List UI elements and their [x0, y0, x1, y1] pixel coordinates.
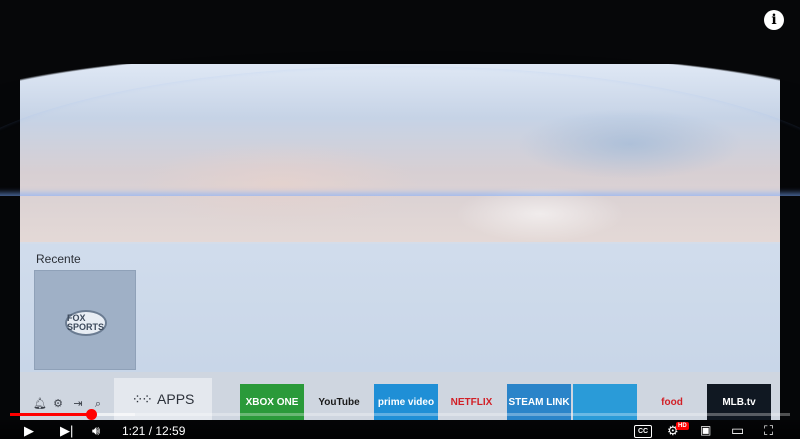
- search-icon[interactable]: ⌕: [92, 398, 104, 410]
- time-display: 1:21 / 12:59: [122, 424, 186, 438]
- app-label-xbox-one: XBOX ONE: [245, 396, 299, 408]
- fox-sports-logo: FOX SPORTS: [65, 310, 107, 336]
- bell-icon[interactable]: 🔔︎: [33, 398, 47, 410]
- app-label-youtube: YouTube: [318, 396, 360, 408]
- app-label-prime-video: prime video: [377, 396, 435, 408]
- gear-icon[interactable]: ⚙: [52, 398, 64, 410]
- info-icon[interactable]: i: [764, 10, 784, 30]
- input-source-icon[interactable]: ⇥: [72, 398, 84, 410]
- theater-mode-icon[interactable]: ▭: [731, 423, 744, 438]
- captions-button[interactable]: CC: [634, 425, 652, 438]
- video-frame[interactable]: Recente FOX SPORTS 🔔︎ ⚙ ⇥ ⌕ ⁘⁘ APPS XBOX…: [0, 0, 800, 439]
- progress-bar[interactable]: [10, 409, 790, 420]
- app-label-mlb-tv: MLB.tv: [722, 396, 756, 408]
- app-label-netflix: NETFLIX: [450, 396, 493, 408]
- next-icon[interactable]: ▶|: [60, 423, 73, 438]
- progress-played: [10, 413, 92, 416]
- earth-wallpaper: [20, 64, 780, 244]
- recent-section-title: Recente: [36, 252, 81, 266]
- apps-label: APPS: [157, 391, 195, 407]
- play-icon[interactable]: ▶: [24, 423, 34, 438]
- miniplayer-icon[interactable]: ▣: [700, 423, 711, 438]
- app-label-steam-link: STEAM LINK: [508, 396, 570, 408]
- apps-grid-icon: ⁘⁘: [131, 390, 154, 407]
- hd-badge: HD: [676, 422, 689, 430]
- volume-icon[interactable]: 🔊︎: [92, 423, 100, 438]
- fullscreen-icon[interactable]: ⛶: [764, 423, 773, 438]
- app-label-food-network: food: [661, 396, 683, 408]
